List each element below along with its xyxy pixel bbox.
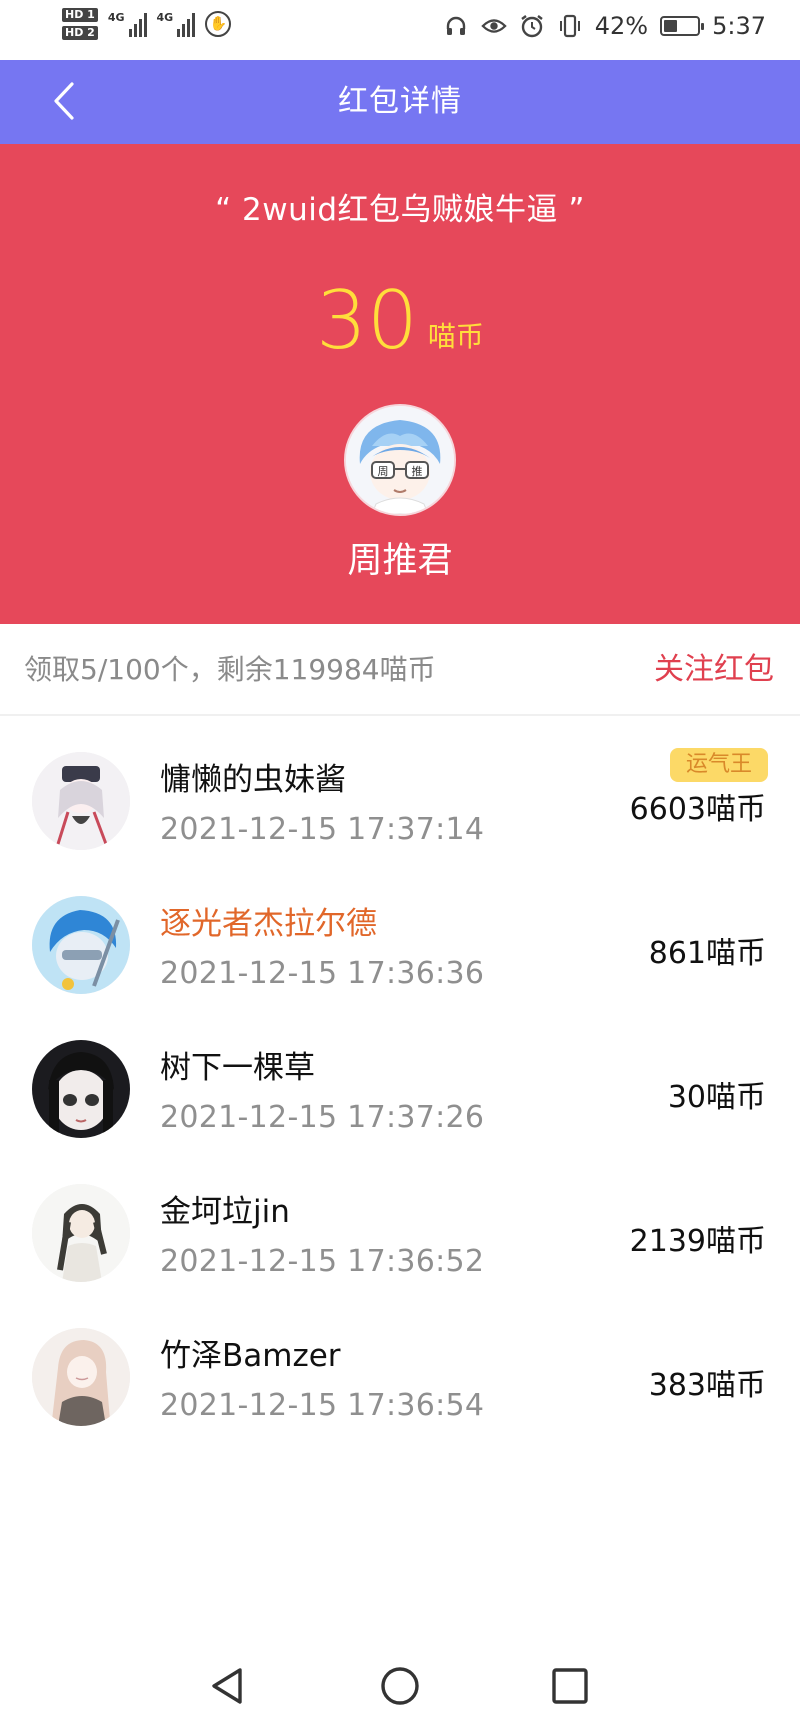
lucky-king-badge: 运气王: [669, 748, 768, 782]
alarm-icon: [519, 13, 545, 39]
avatar[interactable]: [32, 1184, 130, 1282]
hand-icon: ✋: [205, 11, 232, 37]
claim-amount: 30喵币: [667, 1080, 766, 1115]
claim-amount: 383喵币: [648, 1368, 766, 1403]
list-item[interactable]: 竹泽Bamzer 2021-12-15 17:36:54 383喵币: [0, 1292, 800, 1436]
list-item[interactable]: 金坷垃jin 2021-12-15 17:36:52 2139喵币: [0, 1148, 800, 1292]
red-packet-panel: “ 2wuid红包乌贼娘牛逼 ” 30 喵币 周 推 周推君: [0, 144, 800, 624]
circle-home-icon: [381, 1667, 419, 1705]
claim-summary: 领取5/100个，剩余119984喵币: [24, 653, 436, 686]
amount-value: 30: [316, 274, 418, 367]
system-nav-bar: [0, 1640, 800, 1733]
status-left: HD 1 HD 2 4G 4G ✋: [62, 8, 232, 40]
avatar[interactable]: [32, 1328, 130, 1426]
signal-icon-2: 4G: [157, 11, 196, 37]
avatar[interactable]: [32, 752, 130, 850]
claim-amount: 6603喵币: [629, 792, 766, 827]
battery-percent: 42%: [594, 12, 649, 40]
nav-home-button[interactable]: [376, 1662, 424, 1710]
summary-row: 领取5/100个，剩余119984喵币 关注红包: [0, 624, 800, 716]
claim-amount: 861喵币: [648, 936, 766, 971]
avatar[interactable]: [32, 1040, 130, 1138]
hd1-label: HD 1: [62, 8, 98, 22]
battery-fill: [664, 20, 678, 32]
claim-time: 2021-12-15 17:37:14: [160, 812, 485, 847]
claim-time: 2021-12-15 17:36:54: [160, 1388, 485, 1423]
status-right: 42% 5:37: [443, 12, 766, 40]
recipient-name: 树下一棵草: [160, 1050, 315, 1086]
claim-amount: 2139喵币: [629, 1224, 766, 1259]
claim-time: 2021-12-15 17:36:36: [160, 956, 485, 991]
list-item[interactable]: 树下一棵草 2021-12-15 17:37:26 30喵币: [0, 1004, 800, 1148]
packet-message: “ 2wuid红包乌贼娘牛逼 ”: [215, 192, 585, 228]
avatar-char-2: 推: [412, 464, 423, 478]
amount-unit: 喵币: [427, 319, 484, 353]
avatar-char-1: 周: [378, 465, 389, 478]
sender-name: 周推君: [347, 541, 453, 581]
square-recents-icon: [552, 1668, 588, 1704]
avatar-illustration: 周 推: [346, 406, 454, 514]
battery-icon: [660, 16, 705, 36]
list-item[interactable]: 慵懒的虫妹酱 2021-12-15 17:37:14 运气王 6603喵币: [0, 716, 800, 860]
page-title: 红包详情: [338, 84, 462, 119]
hd-indicators: HD 1 HD 2: [62, 8, 98, 40]
status-time: 5:37: [712, 12, 766, 40]
eye-icon: [481, 13, 507, 39]
status-bar: HD 1 HD 2 4G 4G ✋ 42% 5:37: [0, 0, 800, 60]
recipient-list: 慵懒的虫妹酱 2021-12-15 17:37:14 运气王 6603喵币 逐光…: [0, 716, 800, 1436]
recipient-name: 金坷垃jin: [160, 1194, 290, 1230]
sender-avatar[interactable]: 周 推: [344, 404, 456, 516]
network-type-1: 4G: [107, 11, 125, 24]
nav-recents-button[interactable]: [546, 1662, 594, 1710]
avatar[interactable]: [32, 896, 130, 994]
headphones-icon: [443, 13, 469, 39]
network-type-2: 4G: [156, 11, 174, 24]
claim-time: 2021-12-15 17:36:52: [160, 1244, 485, 1279]
triangle-back-icon: [212, 1668, 242, 1704]
recipient-name: 逐光者杰拉尔德: [160, 906, 377, 942]
recipient-name: 慵懒的虫妹酱: [160, 762, 346, 798]
recipient-name: 竹泽Bamzer: [160, 1338, 341, 1374]
app-header: 红包详情: [0, 60, 800, 144]
packet-amount: 30 喵币: [0, 274, 800, 367]
hd2-label: HD 2: [62, 26, 98, 40]
vibrate-icon: [557, 13, 583, 39]
claim-time: 2021-12-15 17:37:26: [160, 1100, 485, 1135]
follow-packet-button[interactable]: 关注红包: [654, 624, 774, 716]
nav-back-button[interactable]: [204, 1662, 252, 1710]
list-item[interactable]: 逐光者杰拉尔德 2021-12-15 17:36:36 861喵币: [0, 860, 800, 1004]
signal-icon-1: 4G: [108, 11, 147, 37]
